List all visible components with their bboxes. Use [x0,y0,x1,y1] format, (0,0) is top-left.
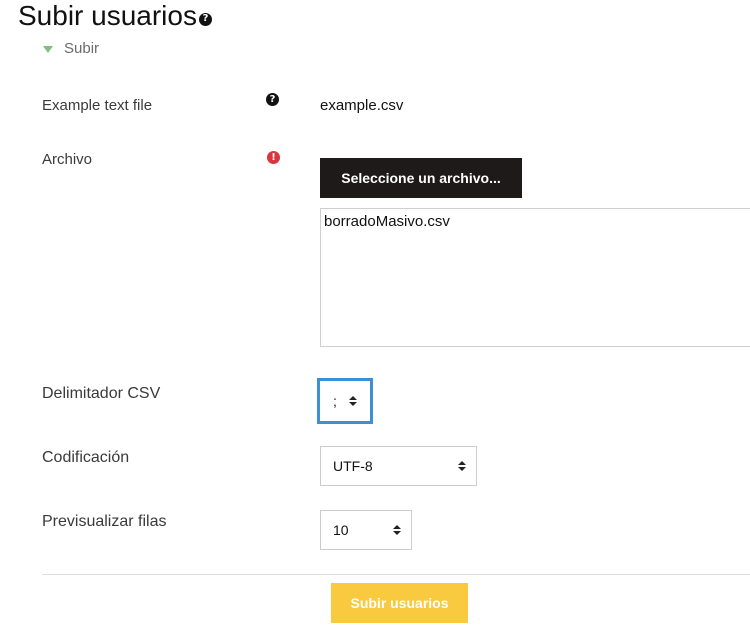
delimitador-select[interactable]: ; [317,378,373,424]
previsualizar-value: 10 [333,522,349,538]
example-file-link[interactable]: example.csv [320,97,403,114]
codificacion-label: Codificación [42,449,130,466]
form-divider [42,574,750,575]
select-arrows-icon [349,396,357,406]
archivo-label: Archivo [42,151,93,168]
selected-file-name: borradoMasivo.csv [324,213,450,230]
previsualizar-select[interactable]: 10 [320,510,412,550]
delimitador-label: Delimitador CSV [42,385,161,402]
example-file-label: Example text file [42,97,153,114]
codificacion-select[interactable]: UTF-8 [320,446,477,486]
previsualizar-label: Previsualizar filas [42,513,167,530]
triangle-down-icon [43,46,53,53]
delimitador-value: ; [333,393,337,409]
question-circle-icon[interactable]: ? [198,12,212,26]
submit-upload-users-button[interactable]: Subir usuarios [331,583,468,623]
file-drop-area[interactable]: borradoMasivo.csv [320,208,750,347]
page-title: Subir usuarios ? [18,0,212,32]
page-title-text: Subir usuarios [18,0,197,31]
section-toggle-subir[interactable]: Subir [43,40,99,57]
required-exclamation-icon: ! [267,151,280,164]
question-circle-icon[interactable]: ? [266,93,279,106]
select-arrows-icon [458,461,466,471]
section-label: Subir [64,40,100,57]
codificacion-value: UTF-8 [333,458,373,474]
select-arrows-icon [393,525,401,535]
choose-file-button[interactable]: Seleccione un archivo... [320,158,522,198]
